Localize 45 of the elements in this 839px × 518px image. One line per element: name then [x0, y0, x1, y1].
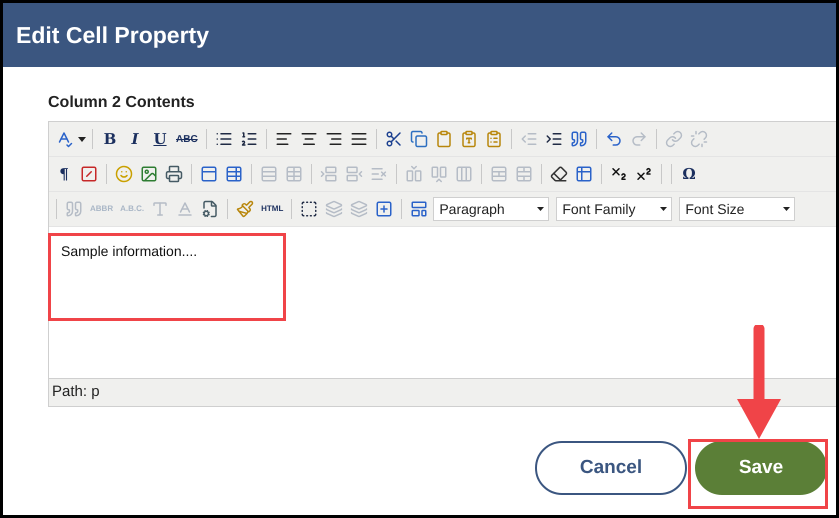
add-box-icon[interactable]: [375, 200, 394, 218]
undo-icon[interactable]: [604, 130, 623, 148]
cancel-button[interactable]: Cancel: [535, 441, 687, 495]
paste-text-icon[interactable]: [460, 130, 478, 148]
toolbar-button[interactable]: Ω: [678, 163, 700, 185]
field-label: Column 2 Contents: [48, 93, 195, 113]
arrow-icon: [737, 325, 781, 441]
align-justify-icon[interactable]: [350, 130, 368, 148]
toolbar-button[interactable]: HTML: [259, 198, 286, 220]
paste-icon[interactable]: [434, 130, 453, 148]
edit-table-icon[interactable]: [225, 165, 243, 183]
cut-icon[interactable]: [384, 130, 403, 148]
bullet-list-icon[interactable]: [214, 130, 233, 148]
brush-icon[interactable]: [236, 200, 254, 218]
caret-icon: [783, 207, 790, 211]
blockquote-icon[interactable]: [570, 130, 588, 148]
selection-box-icon[interactable]: [300, 200, 318, 218]
editor-area[interactable]: Sample information....: [49, 227, 836, 378]
print-icon[interactable]: [165, 165, 183, 183]
toolbar-button[interactable]: B: [99, 128, 121, 150]
toolbar-button[interactable]: I: [124, 128, 146, 150]
align-right-icon[interactable]: [324, 130, 343, 148]
image-icon[interactable]: [140, 165, 158, 183]
dropdown[interactable]: Font Family: [556, 197, 672, 221]
superscript-icon[interactable]: [635, 165, 653, 183]
copy-icon[interactable]: [410, 130, 428, 148]
indent-icon[interactable]: [544, 130, 563, 148]
dropdown[interactable]: Font Size: [679, 197, 796, 221]
table-icon[interactable]: [575, 165, 593, 183]
subscript-icon[interactable]: [610, 165, 628, 183]
align-center-icon[interactable]: [300, 130, 318, 148]
caret-icon[interactable]: [78, 136, 86, 142]
content-text: Sample information....: [61, 242, 198, 261]
toolbar-button[interactable]: ¶: [53, 163, 75, 185]
toolbar-button[interactable]: U: [149, 128, 171, 150]
path-text: Path: p: [52, 382, 100, 402]
dialog-title: Edit Cell Property: [16, 20, 209, 50]
save-button[interactable]: Save: [695, 441, 827, 495]
eraser-icon[interactable]: [550, 165, 568, 183]
dropdown[interactable]: Paragraph: [433, 197, 550, 221]
caret-icon: [537, 207, 544, 211]
toolbar-button[interactable]: ABC: [174, 128, 200, 150]
caret-icon: [660, 207, 668, 211]
align-left-icon[interactable]: [274, 130, 293, 148]
numbered-list-icon[interactable]: [240, 130, 258, 148]
